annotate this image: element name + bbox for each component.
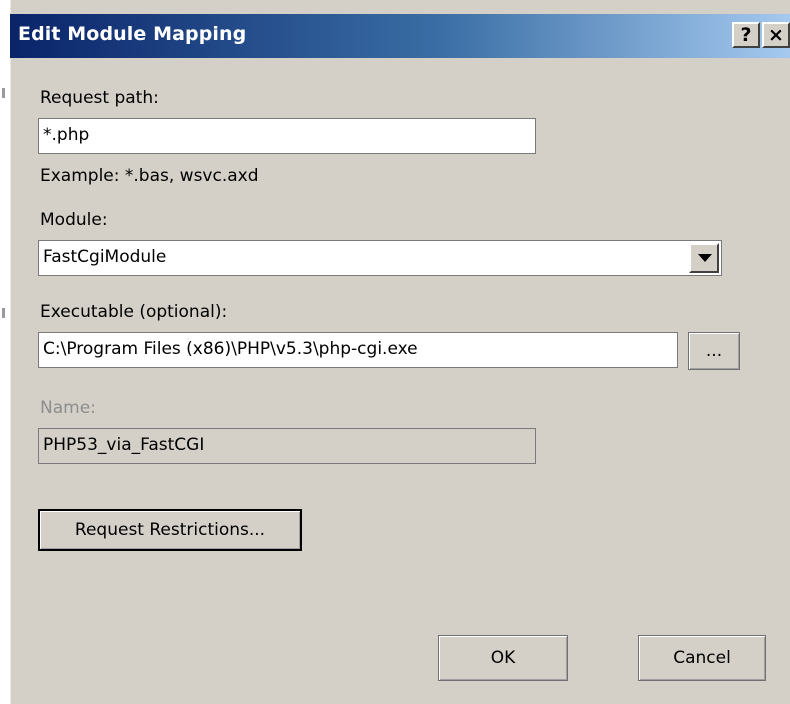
help-button[interactable]: ? <box>732 22 760 48</box>
help-icon: ? <box>740 24 752 46</box>
request-path-label: Request path: <box>40 88 159 108</box>
ok-button[interactable]: OK <box>438 635 568 681</box>
edit-module-mapping-dialog: Edit Module Mapping ? × Request path: *.… <box>8 0 790 704</box>
close-button[interactable]: × <box>762 22 790 48</box>
divider <box>2 308 5 318</box>
request-path-input[interactable]: *.php <box>38 118 536 154</box>
dialog-title: Edit Module Mapping <box>18 23 247 45</box>
background-strip <box>0 0 8 704</box>
name-field: PHP53_via_FastCGI <box>38 428 536 464</box>
chevron-down-icon <box>698 254 712 262</box>
executable-input[interactable]: C:\Program Files (x86)\PHP\v5.3\php-cgi.… <box>38 332 678 368</box>
request-restrictions-label: Request Restrictions... <box>74 520 266 540</box>
executable-label: Executable (optional): <box>40 302 228 322</box>
name-label: Name: <box>40 398 96 418</box>
close-icon: × <box>768 24 784 46</box>
request-restrictions-button[interactable]: Request Restrictions... <box>38 509 302 551</box>
cancel-button-label: Cancel <box>673 648 731 668</box>
title-bar: Edit Module Mapping ? × <box>10 14 790 58</box>
ok-button-label: OK <box>490 648 516 668</box>
browse-button-label: ... <box>705 341 723 361</box>
cancel-button[interactable]: Cancel <box>638 635 766 681</box>
divider <box>2 88 5 98</box>
module-selected-value: FastCgiModule <box>43 247 167 267</box>
request-path-example: Example: *.bas, wsvc.axd <box>40 166 259 186</box>
browse-button[interactable]: ... <box>688 332 740 370</box>
module-label: Module: <box>40 210 108 230</box>
module-dropdown[interactable]: FastCgiModule <box>38 240 722 276</box>
dropdown-toggle-button[interactable] <box>689 243 719 273</box>
